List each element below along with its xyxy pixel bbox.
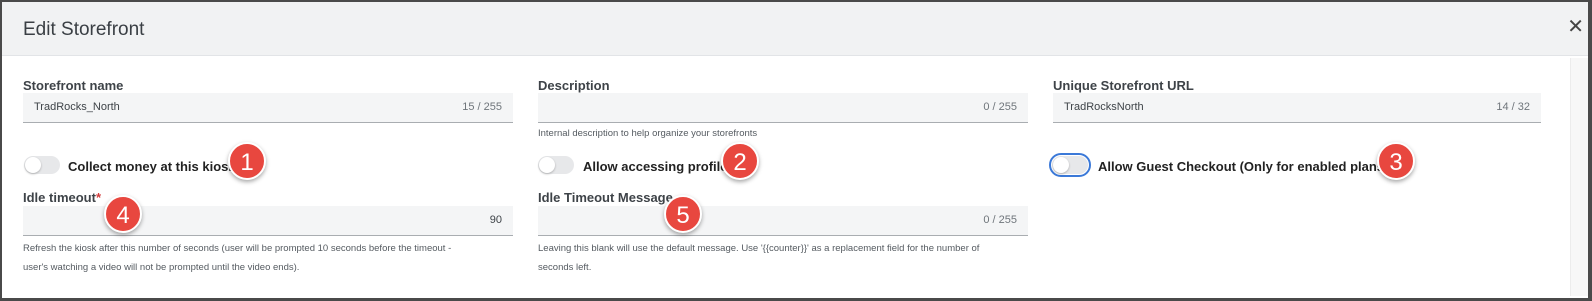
idle-timeout-label-text: Idle timeout xyxy=(23,190,96,205)
guest-checkout-label: Allow Guest Checkout (Only for enabled p… xyxy=(1098,159,1389,174)
annotation-badge-5: 5 xyxy=(664,195,702,233)
dialog-header: Edit Storefront ✕ xyxy=(2,2,1588,56)
unique-url-value: TradRocksNorth xyxy=(1064,101,1144,113)
idle-message-hint-2: seconds left. xyxy=(538,262,592,273)
toggle-knob xyxy=(25,157,41,173)
unique-url-input[interactable]: TradRocksNorth 14 / 32 xyxy=(1053,93,1541,123)
required-mark: * xyxy=(95,190,102,205)
collect-money-toggle[interactable] xyxy=(24,156,60,174)
idle-timeout-input[interactable]: 90 xyxy=(23,206,513,236)
allow-profile-label: Allow accessing profile xyxy=(583,159,728,174)
annotation-badge-3: 3 xyxy=(1377,142,1415,180)
idle-message-hint-1: Leaving this blank will use the default … xyxy=(538,243,980,254)
dialog-title: Edit Storefront xyxy=(23,19,145,40)
description-hint: Internal description to help organize yo… xyxy=(538,128,758,139)
description-label: Description xyxy=(538,78,610,93)
idle-message-label: Idle Timeout Message xyxy=(538,190,673,205)
idle-timeout-value: 90 xyxy=(489,214,502,226)
unique-url-counter: 14 / 32 xyxy=(1496,101,1530,113)
idle-timeout-hint-1: Refresh the kiosk after this number of s… xyxy=(23,243,452,254)
scrollbar[interactable] xyxy=(1570,58,1588,296)
storefront-name-input[interactable]: TradRocks_North 15 / 255 xyxy=(23,93,513,123)
idle-timeout-label: Idle timeout* xyxy=(23,190,101,205)
idle-message-input[interactable]: 0 / 255 xyxy=(538,206,1028,236)
storefront-name-value: TradRocks_North xyxy=(34,101,120,113)
storefront-name-label: Storefront name xyxy=(23,78,124,93)
idle-timeout-hint-2: user's watching a video will not be prom… xyxy=(23,262,300,273)
unique-url-label: Unique Storefront URL xyxy=(1053,78,1194,93)
toggle-knob xyxy=(539,157,555,173)
toggle-knob xyxy=(1053,157,1069,173)
description-counter: 0 / 255 xyxy=(983,101,1017,113)
storefront-name-counter: 15 / 255 xyxy=(462,101,502,113)
annotation-badge-4: 4 xyxy=(104,195,142,233)
annotation-badge-2: 2 xyxy=(721,142,759,180)
collect-money-label: Collect money at this kiosk xyxy=(68,159,236,174)
annotation-badge-1: 1 xyxy=(228,142,266,180)
guest-checkout-toggle[interactable] xyxy=(1049,153,1091,177)
allow-profile-toggle[interactable] xyxy=(538,156,574,174)
edit-storefront-dialog: Edit Storefront ✕ Storefront name TradRo… xyxy=(2,2,1588,298)
idle-message-counter: 0 / 255 xyxy=(983,214,1017,226)
description-input[interactable]: 0 / 255 xyxy=(538,93,1028,123)
close-icon[interactable]: ✕ xyxy=(1567,17,1584,37)
